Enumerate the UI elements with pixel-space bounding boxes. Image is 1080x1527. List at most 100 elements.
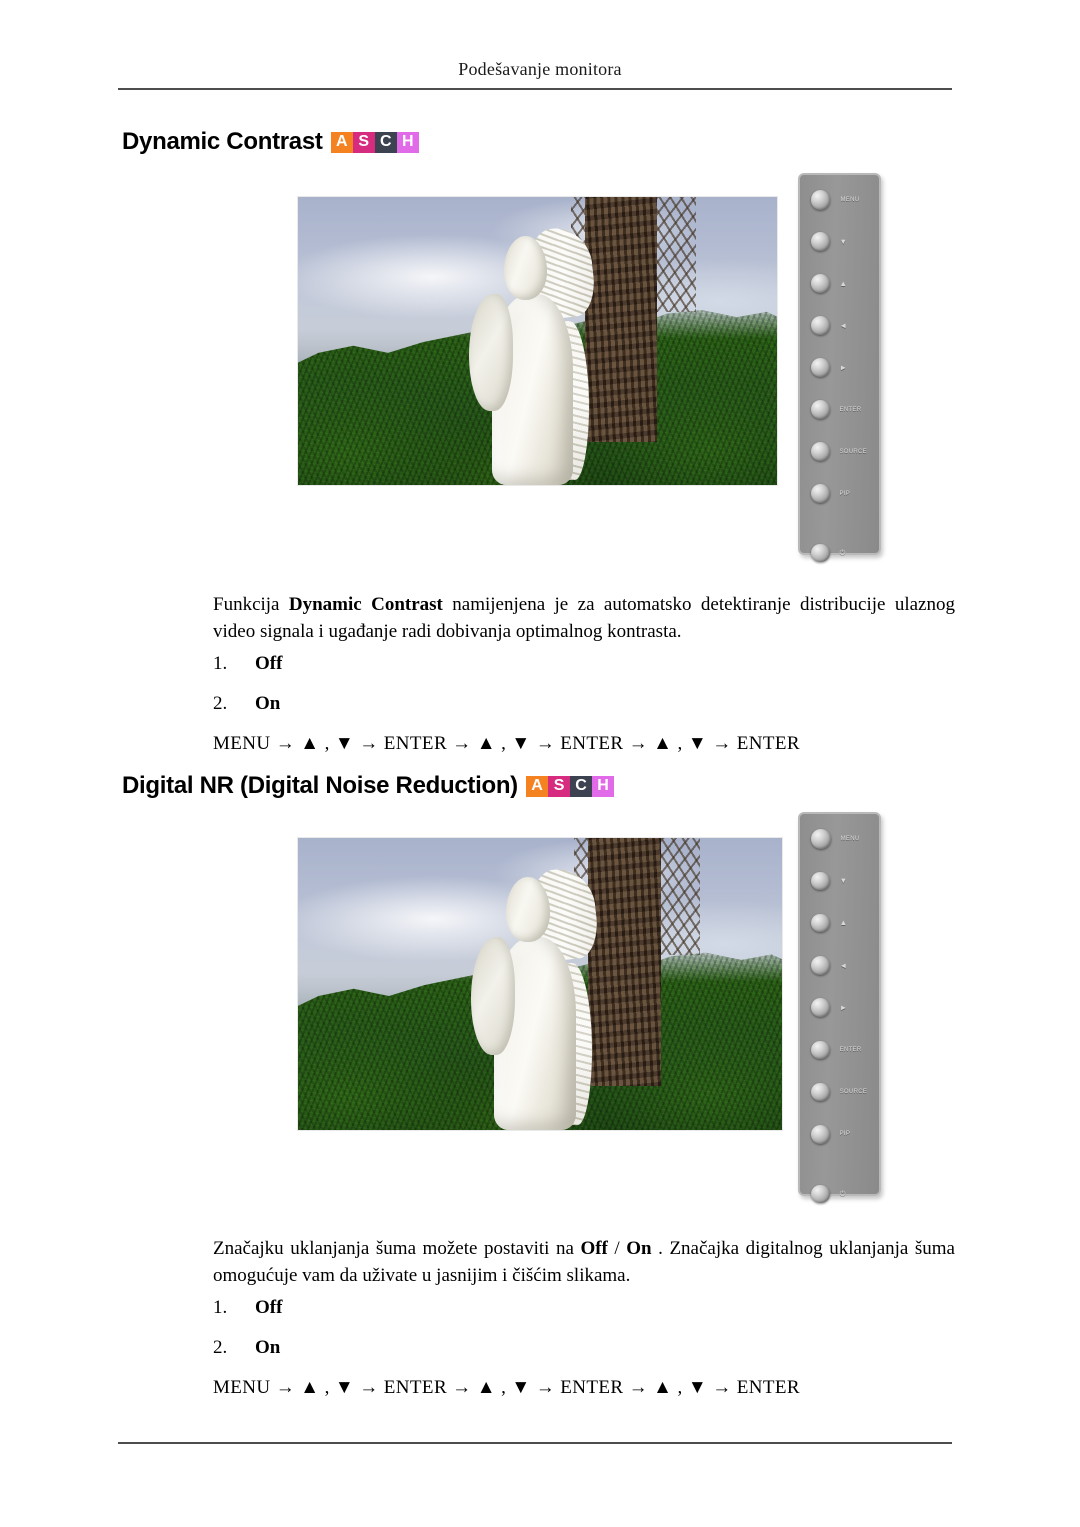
arrow-up-button-label: ▲ <box>839 278 848 288</box>
arrow-down-button-dot[interactable] <box>811 871 830 891</box>
section-heading-dynamic-contrast: Dynamic Contrast A S C H <box>122 130 419 154</box>
list-item: 1. Off <box>213 1297 282 1319</box>
asch-badge-group: A S C H <box>525 775 614 797</box>
badge-s: S <box>547 775 570 797</box>
power-button[interactable]: ⏻ <box>800 543 879 563</box>
menu-button[interactable]: MENU <box>800 829 879 849</box>
item-number: 1. <box>213 653 228 674</box>
menu-button-label: MENU <box>840 836 860 843</box>
arrow-right-button-dot[interactable] <box>811 998 830 1017</box>
badge-s: S <box>352 131 375 153</box>
arrow-up-button[interactable]: ▲ <box>800 274 879 293</box>
option-list-1: 1. Off 2. On <box>213 653 282 733</box>
arrow-right-button-label: ► <box>839 1002 848 1012</box>
source-button-dot[interactable] <box>811 442 830 461</box>
arrow-left-button-dot[interactable] <box>811 956 830 975</box>
arrow-right-button-dot[interactable] <box>811 358 830 377</box>
footer-divider <box>118 1442 952 1444</box>
running-header: Podešavanje monitora <box>458 59 622 79</box>
monitor-control-panel-2: MENU ▼ ▲ ◄ ► ENTER SOURCE PIP ⏻ <box>798 812 881 1204</box>
statue-arm <box>469 294 513 411</box>
para-bold: Dynamic Contrast <box>288 594 443 615</box>
enter-button-dot[interactable] <box>811 1040 830 1060</box>
monitor-control-panel-1: MENU ▼ ▲ ◄ ► ENTER SOURCE PIP ⏻ <box>798 173 881 563</box>
arrow-right-button-label: ► <box>839 362 848 372</box>
asch-badge-group: A S C H <box>330 131 419 153</box>
item-label: Off <box>255 1297 283 1318</box>
power-button-dot[interactable] <box>811 1184 830 1204</box>
pip-button[interactable]: PIP <box>800 1125 879 1144</box>
power-button-label: ⏻ <box>839 1189 846 1199</box>
marble-statue <box>461 220 605 485</box>
statue-head <box>506 877 550 942</box>
badge-c: C <box>569 775 592 797</box>
heading-text: Digital NR (Digital Noise Reduction) <box>122 772 518 799</box>
arrow-right-button[interactable]: ► <box>800 998 879 1017</box>
badge-a: A <box>330 131 353 153</box>
enter-button[interactable]: ENTER <box>800 400 879 419</box>
power-button-dot[interactable] <box>811 543 830 563</box>
para-pre: Značajku uklanjanja šuma možete postavit… <box>213 1238 581 1259</box>
paragraph-dynamic-contrast: Funkcija Dynamic Contrast namijenjena je… <box>213 592 955 646</box>
arrow-down-button-label: ▼ <box>839 876 848 886</box>
marble-statue <box>463 861 608 1130</box>
item-label: On <box>255 1337 281 1358</box>
option-list-2: 1. Off 2. On <box>213 1297 282 1377</box>
enter-button[interactable]: ENTER <box>800 1040 879 1060</box>
menu-button-dot[interactable] <box>811 190 831 210</box>
arrow-left-button-label: ◄ <box>839 320 848 330</box>
arrow-down-button-label: ▼ <box>839 236 848 246</box>
item-number: 2. <box>213 693 228 714</box>
nav-sequence-2: MENU → ▲ , ▼ → ENTER → ▲ , ▼ → ENTER → ▲… <box>213 1377 800 1398</box>
arrow-up-button-label: ▲ <box>839 918 848 928</box>
item-number: 2. <box>213 1337 228 1358</box>
enter-button-dot[interactable] <box>811 400 830 419</box>
source-button-dot[interactable] <box>811 1082 830 1102</box>
item-label: On <box>255 693 281 714</box>
arrow-left-button[interactable]: ◄ <box>800 316 879 335</box>
arrow-right-button[interactable]: ► <box>800 358 879 377</box>
pip-button-dot[interactable] <box>811 1125 830 1144</box>
arrow-down-button[interactable]: ▼ <box>800 232 879 251</box>
heading-text: Dynamic Contrast <box>122 128 323 155</box>
list-item: 2. On <box>213 693 282 715</box>
pip-button-label: PIP <box>839 1131 851 1138</box>
arrow-up-button-dot[interactable] <box>811 274 830 293</box>
arrow-left-button-label: ◄ <box>839 960 848 970</box>
enter-button-label: ENTER <box>839 406 862 413</box>
badge-a: A <box>525 775 548 797</box>
monitor-screen-photo-1 <box>298 197 777 485</box>
pip-button-label: PIP <box>839 490 851 497</box>
badge-h: H <box>396 131 419 153</box>
statue-arm <box>471 936 515 1055</box>
power-button[interactable]: ⏻ <box>800 1184 879 1204</box>
item-number: 1. <box>213 1297 228 1318</box>
arrow-up-button-dot[interactable] <box>811 913 830 933</box>
document-page: Podešavanje monitora Dynamic Contrast A … <box>0 0 1080 1527</box>
menu-button-dot[interactable] <box>811 829 831 849</box>
arrow-up-button[interactable]: ▲ <box>800 913 879 933</box>
arrow-down-button[interactable]: ▼ <box>800 871 879 891</box>
header-divider <box>118 88 952 90</box>
badge-h: H <box>591 775 614 797</box>
list-item: 1. Off <box>213 653 282 675</box>
item-label: Off <box>255 653 283 674</box>
monitor-screen-photo-2 <box>298 838 782 1130</box>
statue-head <box>503 235 548 300</box>
source-button[interactable]: SOURCE <box>800 1082 879 1102</box>
arrow-left-button-dot[interactable] <box>811 316 830 335</box>
para-bold-on: On <box>626 1238 652 1259</box>
pip-button[interactable]: PIP <box>800 484 879 503</box>
pip-button-dot[interactable] <box>811 484 830 503</box>
power-button-label: ⏻ <box>839 548 846 558</box>
menu-button[interactable]: MENU <box>800 190 879 210</box>
source-button-label: SOURCE <box>839 1089 868 1096</box>
source-button-label: SOURCE <box>839 448 867 455</box>
badge-c: C <box>374 131 397 153</box>
arrow-left-button[interactable]: ◄ <box>800 956 879 975</box>
arrow-down-button-dot[interactable] <box>811 232 830 251</box>
menu-button-label: MENU <box>840 196 860 203</box>
para-bold-off: Off <box>580 1238 608 1259</box>
source-button[interactable]: SOURCE <box>800 442 879 461</box>
section-heading-digital-nr: Digital NR (Digital Noise Reduction) A S… <box>122 774 614 798</box>
